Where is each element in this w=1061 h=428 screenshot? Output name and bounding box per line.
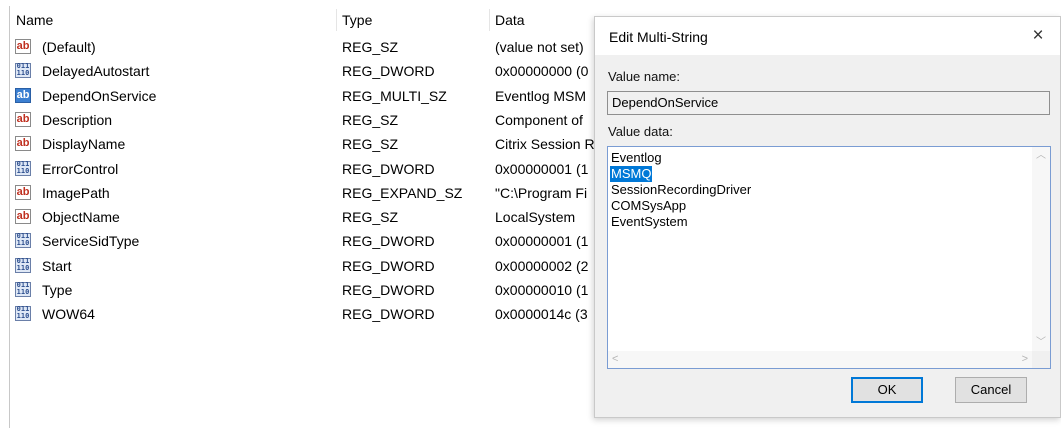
string-value-icon: ab <box>15 39 31 54</box>
binary-value-icon: 011 110 <box>15 232 31 249</box>
value-data: "C:\Program Fi <box>495 184 588 201</box>
value-data: 0x00000000 (0 <box>495 63 589 80</box>
value-type: REG_DWORD <box>342 282 435 298</box>
value-data-label: Value data: <box>608 124 673 139</box>
ok-button[interactable]: OK <box>851 377 923 403</box>
value-name: WOW64 <box>42 306 95 323</box>
binary-value-icon: 011 110 <box>15 256 31 273</box>
value-name: Start <box>42 257 72 274</box>
value-data: Citrix Session R <box>495 136 595 153</box>
edit-multi-string-dialog: Edit Multi-String × Value name: DependOn… <box>594 16 1061 418</box>
value-data: LocalSystem <box>495 209 576 226</box>
binary-value-icon: 011 110 <box>15 281 31 297</box>
binary-value-icon: 011 110 <box>15 62 31 79</box>
value-data-line[interactable]: EventSystem <box>610 214 689 230</box>
value-type: REG_SZ <box>342 209 399 226</box>
value-name: Description <box>42 111 113 128</box>
value-name: (Default) <box>42 39 96 55</box>
string-value-icon: ab <box>15 111 31 127</box>
close-icon[interactable]: × <box>1024 23 1052 49</box>
value-type: REG_SZ <box>342 136 399 153</box>
dialog-title: Edit Multi-String <box>609 29 708 45</box>
binary-value-icon: 011 110 <box>15 305 31 322</box>
value-name: ObjectName <box>42 209 120 226</box>
value-name-field[interactable]: DependOnService <box>607 91 861 115</box>
vertical-scrollbar[interactable]: ︿ ﹀ <box>1032 147 1050 352</box>
value-name: ErrorControl <box>42 160 119 177</box>
string-value-icon: ab <box>15 136 31 152</box>
value-name: DisplayName <box>42 136 126 153</box>
value-name-field-extension <box>860 91 1050 115</box>
value-data-line[interactable]: Eventlog <box>610 150 663 166</box>
binary-value-icon: 011 110 <box>15 159 31 176</box>
column-header-type[interactable]: Type <box>342 9 372 31</box>
value-data: 0x00000010 (1 <box>495 282 589 298</box>
scroll-up-icon[interactable]: ︿ <box>1032 149 1050 163</box>
value-type: REG_DWORD <box>342 233 435 250</box>
value-data-line[interactable]: SessionRecordingDriver <box>610 182 752 198</box>
value-type: REG_EXPAND_SZ <box>342 184 463 201</box>
dialog-title-bar[interactable]: Edit Multi-String × <box>595 17 1060 55</box>
value-type: REG_DWORD <box>342 160 435 177</box>
cancel-button[interactable]: Cancel <box>955 377 1027 403</box>
value-name: DelayedAutostart <box>42 63 150 80</box>
column-separator[interactable] <box>489 9 490 31</box>
value-type: REG_DWORD <box>342 257 435 274</box>
scroll-down-icon[interactable]: ﹀ <box>1032 336 1050 350</box>
column-separator[interactable] <box>336 9 337 31</box>
value-data: 0x0000014c (3 <box>495 306 588 323</box>
string-value-icon: ab <box>15 87 31 103</box>
scroll-right-icon[interactable]: > <box>1022 351 1028 368</box>
value-name-label: Value name: <box>608 69 681 84</box>
string-value-icon: ab <box>15 184 31 200</box>
value-name: ServiceSidType <box>42 233 140 250</box>
scrollbar-corner <box>1032 351 1050 368</box>
value-type: REG_DWORD <box>342 63 435 80</box>
value-data-line[interactable]: MSMQ <box>610 166 653 182</box>
value-data: 0x00000001 (1 <box>495 233 589 250</box>
scroll-left-icon[interactable]: < <box>612 351 618 368</box>
value-name: Type <box>42 282 73 298</box>
value-name: DependOnService <box>42 87 157 104</box>
top-edge <box>0 0 1061 6</box>
value-data: (value not set) <box>495 39 584 55</box>
column-header-name[interactable]: Name <box>16 9 53 31</box>
value-type: REG_DWORD <box>342 306 435 323</box>
value-type: REG_SZ <box>342 39 399 55</box>
string-value-icon: ab <box>15 209 31 225</box>
value-type: REG_SZ <box>342 111 399 128</box>
horizontal-scrollbar[interactable]: < > <box>608 351 1032 368</box>
value-data-textarea[interactable]: Eventlog MSMQ SessionRecordingDriver COMSys… <box>607 146 1051 369</box>
value-type: REG_MULTI_SZ <box>342 87 447 104</box>
value-name: ImagePath <box>42 184 110 201</box>
value-data: Component of <box>495 111 583 128</box>
value-data: Eventlog MSM <box>495 87 587 104</box>
value-data-line[interactable]: COMSysApp <box>610 198 687 214</box>
value-data: 0x00000002 (2 <box>495 257 589 274</box>
value-data: 0x00000001 (1 <box>495 160 589 177</box>
column-header-data[interactable]: Data <box>495 9 525 31</box>
